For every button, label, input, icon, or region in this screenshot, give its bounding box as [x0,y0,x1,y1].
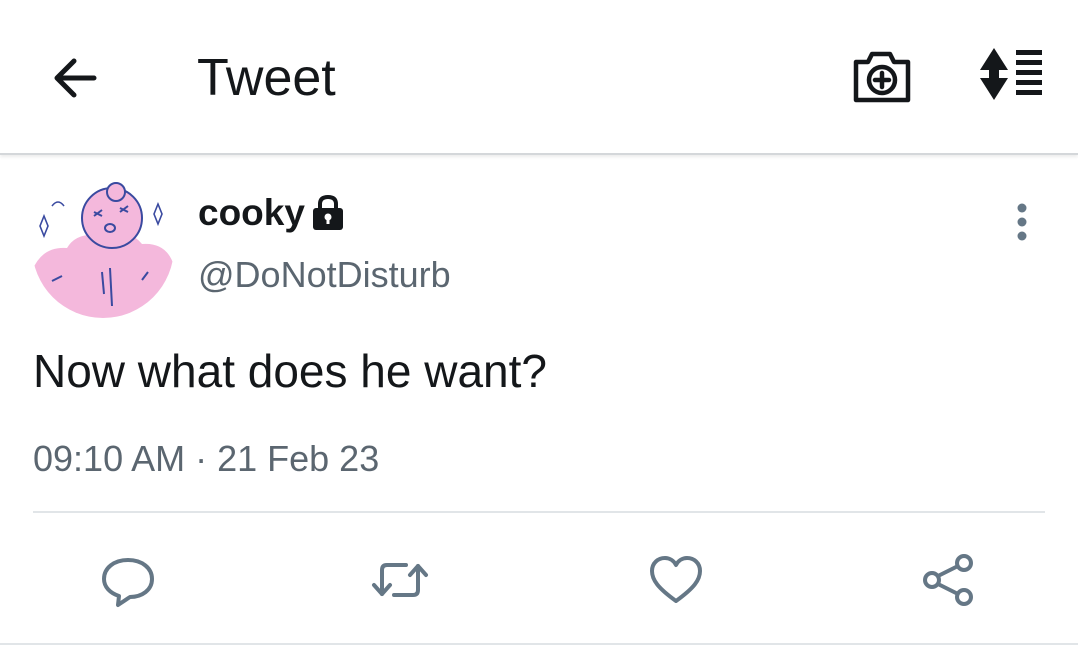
share-icon [923,554,973,606]
share-button[interactable] [918,552,978,608]
top-app-bar: Tweet [0,0,1078,155]
arrow-left-icon [54,58,97,98]
sort-button[interactable] [972,44,1052,108]
sort-list-icon [980,48,1042,100]
pink-cartoon-avatar [32,176,174,318]
camera-button[interactable] [850,44,914,108]
more-options-button[interactable] [1000,200,1044,244]
divider [33,511,1045,513]
more-vertical-icon [1017,203,1027,241]
tweet-text: Now what does he want? [33,345,547,397]
divider [0,643,1078,645]
lock-icon [308,193,348,233]
tweet-timestamp: 09:10 AM · 21 Feb 23 [33,438,380,479]
retweet-button[interactable] [370,552,430,608]
page-title: Tweet [197,49,336,107]
avatar[interactable] [32,176,174,318]
display-name[interactable]: cooky [198,190,305,236]
retweet-icon [372,563,428,597]
like-button[interactable] [646,552,706,608]
reply-button[interactable] [98,552,158,608]
user-handle[interactable]: @DoNotDisturb [198,252,451,298]
back-button[interactable] [44,46,108,110]
reply-icon [102,558,154,607]
camera-plus-icon [853,51,911,103]
heart-icon [650,556,702,603]
